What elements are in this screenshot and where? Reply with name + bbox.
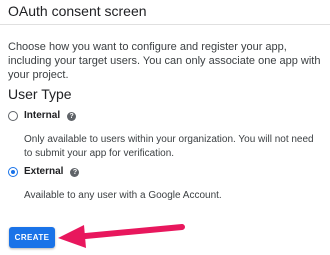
external-radio[interactable] <box>8 167 18 177</box>
internal-radio[interactable] <box>8 111 18 121</box>
user-type-heading: User Type <box>8 86 72 102</box>
user-type-option-internal[interactable]: Internal ? <box>8 109 77 123</box>
internal-description: Only available to users within your orga… <box>24 134 314 159</box>
create-button[interactable]: CREATE <box>9 227 55 248</box>
help-icon[interactable]: ? <box>70 167 80 177</box>
page-title: OAuth consent screen <box>8 3 147 19</box>
user-type-option-external[interactable]: External ? <box>8 165 80 179</box>
page-header: OAuth consent screen <box>0 0 330 25</box>
annotation-arrow <box>58 224 185 248</box>
help-icon[interactable]: ? <box>67 111 77 121</box>
external-label: External <box>24 166 64 177</box>
intro-text: Choose how you want to configure and reg… <box>8 41 321 81</box>
external-description: Available to any user with a Google Acco… <box>24 190 222 201</box>
internal-label: Internal <box>24 110 61 121</box>
